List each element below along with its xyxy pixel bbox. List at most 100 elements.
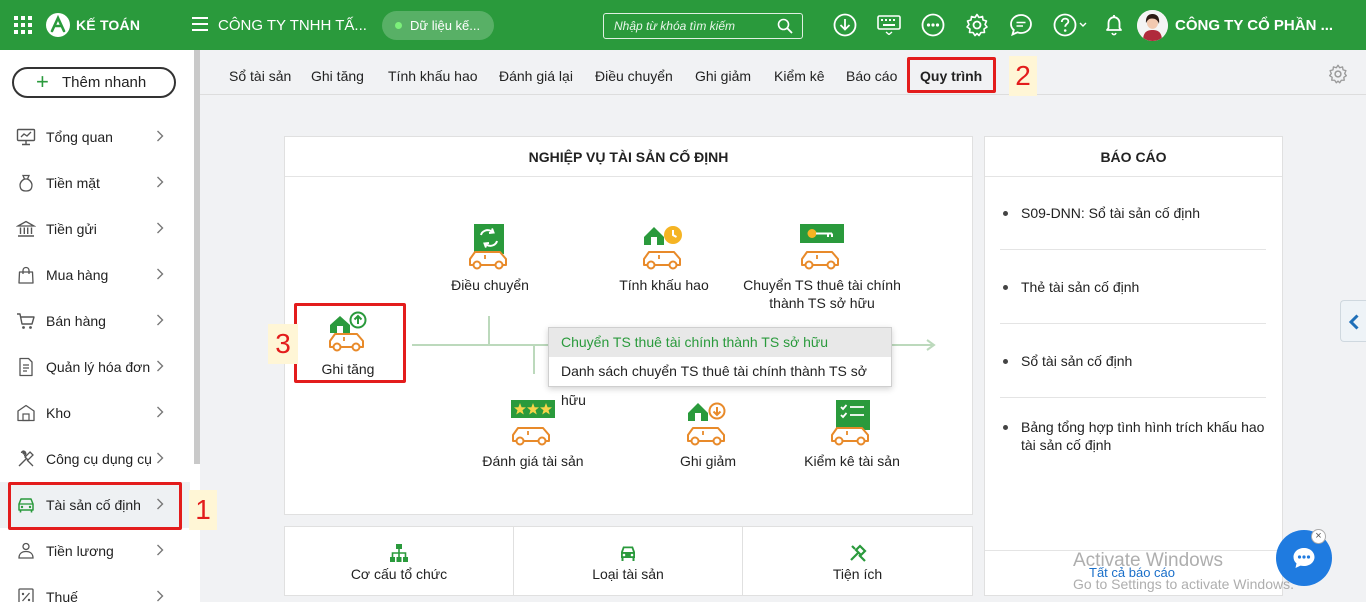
node-chuyen-ts-thue[interactable]: Chuyển TS thuê tài chính thành TS sở hữu	[737, 223, 907, 312]
node-label: Đánh giá tài sản	[482, 453, 584, 469]
sidebar-item-kho[interactable]: Kho	[0, 390, 190, 436]
asset-type-button[interactable]: Loại tài sản	[513, 526, 743, 596]
sidebar-item-cong-cu-dung-cu[interactable]: Công cụ dụng cụ	[0, 436, 190, 482]
sidebar-item-ban-hang[interactable]: Bán hàng	[0, 298, 190, 344]
activate-windows-watermark-text: Go to Settings to activate Windows.	[1073, 576, 1294, 592]
step-number-3: 3	[268, 324, 298, 364]
settings-gear-icon[interactable]	[965, 13, 989, 37]
sidebar-item-thue[interactable]: Thuế	[0, 574, 190, 602]
highlight-box-step-3	[294, 303, 406, 383]
tab-so-tai-san[interactable]: Sổ tài sản	[229, 68, 291, 84]
keyboard-icon[interactable]	[877, 15, 901, 35]
sidebar-item-label: Bán hàng	[46, 313, 106, 329]
user-avatar[interactable]	[1137, 10, 1168, 41]
sidebar-item-tien-luong[interactable]: Tiền lương	[0, 528, 190, 574]
report-panel-title: BÁO CÁO	[985, 137, 1282, 177]
sidebar-item-quan-ly-hoa-don[interactable]: Quản lý hóa đơn	[0, 344, 190, 390]
chevron-right-icon	[156, 268, 164, 280]
cart-icon	[16, 311, 36, 331]
chevron-right-icon	[156, 360, 164, 372]
sidebar-item-tong-quan[interactable]: Tổng quan	[0, 114, 190, 160]
tax-icon	[16, 587, 36, 602]
tab-ghi-tang[interactable]: Ghi tăng	[311, 68, 364, 84]
bank-icon	[16, 219, 36, 239]
node-tinh-khau-hao[interactable]: Tính khấu hao	[579, 223, 749, 294]
sidebar-scrollbar[interactable]	[194, 50, 200, 464]
chevron-right-icon	[156, 406, 164, 418]
sidebar-item-mua-hang[interactable]: Mua hàng	[0, 252, 190, 298]
dropdown-item-danh-sach-chuyen-ts[interactable]: Danh sách chuyển TS thuê tài chính thành…	[549, 357, 891, 408]
node-dieu-chuyen[interactable]: Điều chuyển	[405, 223, 575, 294]
tab-tinh-khau-hao[interactable]: Tính khấu hao	[388, 68, 478, 84]
chevron-right-icon	[156, 130, 164, 142]
car-type-icon	[618, 543, 638, 563]
app-name: KẾ TOÁN	[76, 17, 141, 33]
sidebar-item-label: Tiền mặt	[46, 175, 100, 191]
asset-type-label: Loại tài sản	[592, 566, 664, 582]
hamburger-menu-icon[interactable]	[192, 17, 208, 31]
org-structure-button[interactable]: Cơ cấu tổ chức	[284, 526, 514, 596]
tab-danh-gia-lai[interactable]: Đánh giá lại	[499, 68, 573, 84]
bullet-dot	[1003, 211, 1008, 216]
tab-ghi-giam[interactable]: Ghi giảm	[695, 68, 751, 84]
data-source-pill[interactable]: Dữ liệu kế...	[382, 11, 494, 40]
org-chart-icon	[389, 543, 409, 563]
warehouse-icon	[16, 403, 36, 423]
tab-kiem-ke[interactable]: Kiểm kê	[774, 68, 825, 84]
report-link-label: Thẻ tài sản cố định	[1021, 279, 1140, 295]
node-danh-gia-tai-san[interactable]: Đánh giá tài sản	[448, 399, 618, 470]
utilities-button[interactable]: Tiện ích	[742, 526, 973, 596]
car-rating-icon	[509, 399, 557, 447]
utilities-tools-icon	[848, 543, 868, 563]
data-source-label: Dữ liệu kế...	[410, 18, 481, 33]
sidebar-item-label: Kho	[46, 405, 71, 421]
app-logo	[46, 13, 70, 37]
sidebar-item-tien-mat[interactable]: Tiền mặt	[0, 160, 190, 206]
chat-bubble-icon[interactable]	[1009, 13, 1033, 37]
chevron-right-icon	[156, 176, 164, 188]
activate-windows-watermark-title: Activate Windows	[1073, 550, 1223, 571]
process-panel-title: NGHIỆP VỤ TÀI SẢN CỐ ĐỊNH	[285, 137, 972, 177]
flow-arrow-head-icon	[925, 339, 937, 351]
collapse-panel-tab[interactable]	[1340, 300, 1366, 342]
download-icon[interactable]	[833, 13, 857, 37]
user-company-name[interactable]: CÔNG TY CỔ PHẦN ...	[1175, 17, 1333, 34]
flow-connector-line	[533, 346, 535, 374]
sidebar-item-label: Thuế	[46, 589, 78, 602]
dropdown-item-chuyen-ts[interactable]: Chuyển TS thuê tài chính thành TS sở hữu	[549, 328, 891, 357]
money-bag-icon	[16, 173, 36, 193]
report-link-bang-tong-hop-khau-hao[interactable]: Bảng tổng hợp tình hình trích khấu hao t…	[1000, 418, 1266, 454]
quick-add-button[interactable]: + Thêm nhanh	[12, 67, 176, 98]
search-icon[interactable]	[777, 18, 793, 34]
company-name[interactable]: CÔNG TY TNHH TẤ...	[218, 17, 367, 34]
sidebar-item-tien-gui[interactable]: Tiền gửi	[0, 206, 190, 252]
search-box[interactable]	[603, 13, 803, 39]
car-depreciation-icon	[640, 223, 688, 271]
report-link-s09-dnn[interactable]: S09-DNN: Sổ tài sản cố định	[1000, 204, 1266, 222]
tab-dieu-chuyen[interactable]: Điều chuyển	[595, 68, 673, 84]
app-grid-icon[interactable]	[14, 16, 32, 34]
car-transfer-icon	[466, 223, 514, 271]
tab-bao-cao[interactable]: Báo cáo	[846, 68, 897, 84]
notification-bell-icon[interactable]	[1102, 13, 1126, 37]
shopping-bag-icon	[16, 265, 36, 285]
chevron-right-icon	[156, 222, 164, 234]
chat-support-icon	[1291, 545, 1317, 571]
node-kiem-ke-tai-san[interactable]: Kiểm kê tài sản	[767, 399, 937, 470]
report-link-the-tscd[interactable]: Thẻ tài sản cố định	[1000, 278, 1266, 296]
chevron-left-icon	[1348, 314, 1360, 330]
search-input[interactable]	[604, 14, 774, 38]
car-inventory-icon	[828, 399, 876, 447]
report-link-so-tscd[interactable]: Sổ tài sản cố định	[1000, 352, 1266, 370]
chevron-right-icon	[156, 544, 164, 556]
quick-add-label: Thêm nhanh	[62, 74, 147, 91]
help-icon[interactable]	[1053, 13, 1087, 37]
payroll-icon	[16, 541, 36, 561]
node-label: Tính khấu hao	[619, 277, 709, 293]
tab-settings-gear-icon[interactable]	[1328, 64, 1348, 84]
bullet-dot	[1003, 285, 1008, 290]
transfer-dropdown-menu: Chuyển TS thuê tài chính thành TS sở hữu…	[548, 327, 892, 408]
more-options-icon[interactable]	[921, 13, 945, 37]
report-divider	[1000, 323, 1266, 324]
chat-close-icon[interactable]: ×	[1311, 529, 1326, 544]
